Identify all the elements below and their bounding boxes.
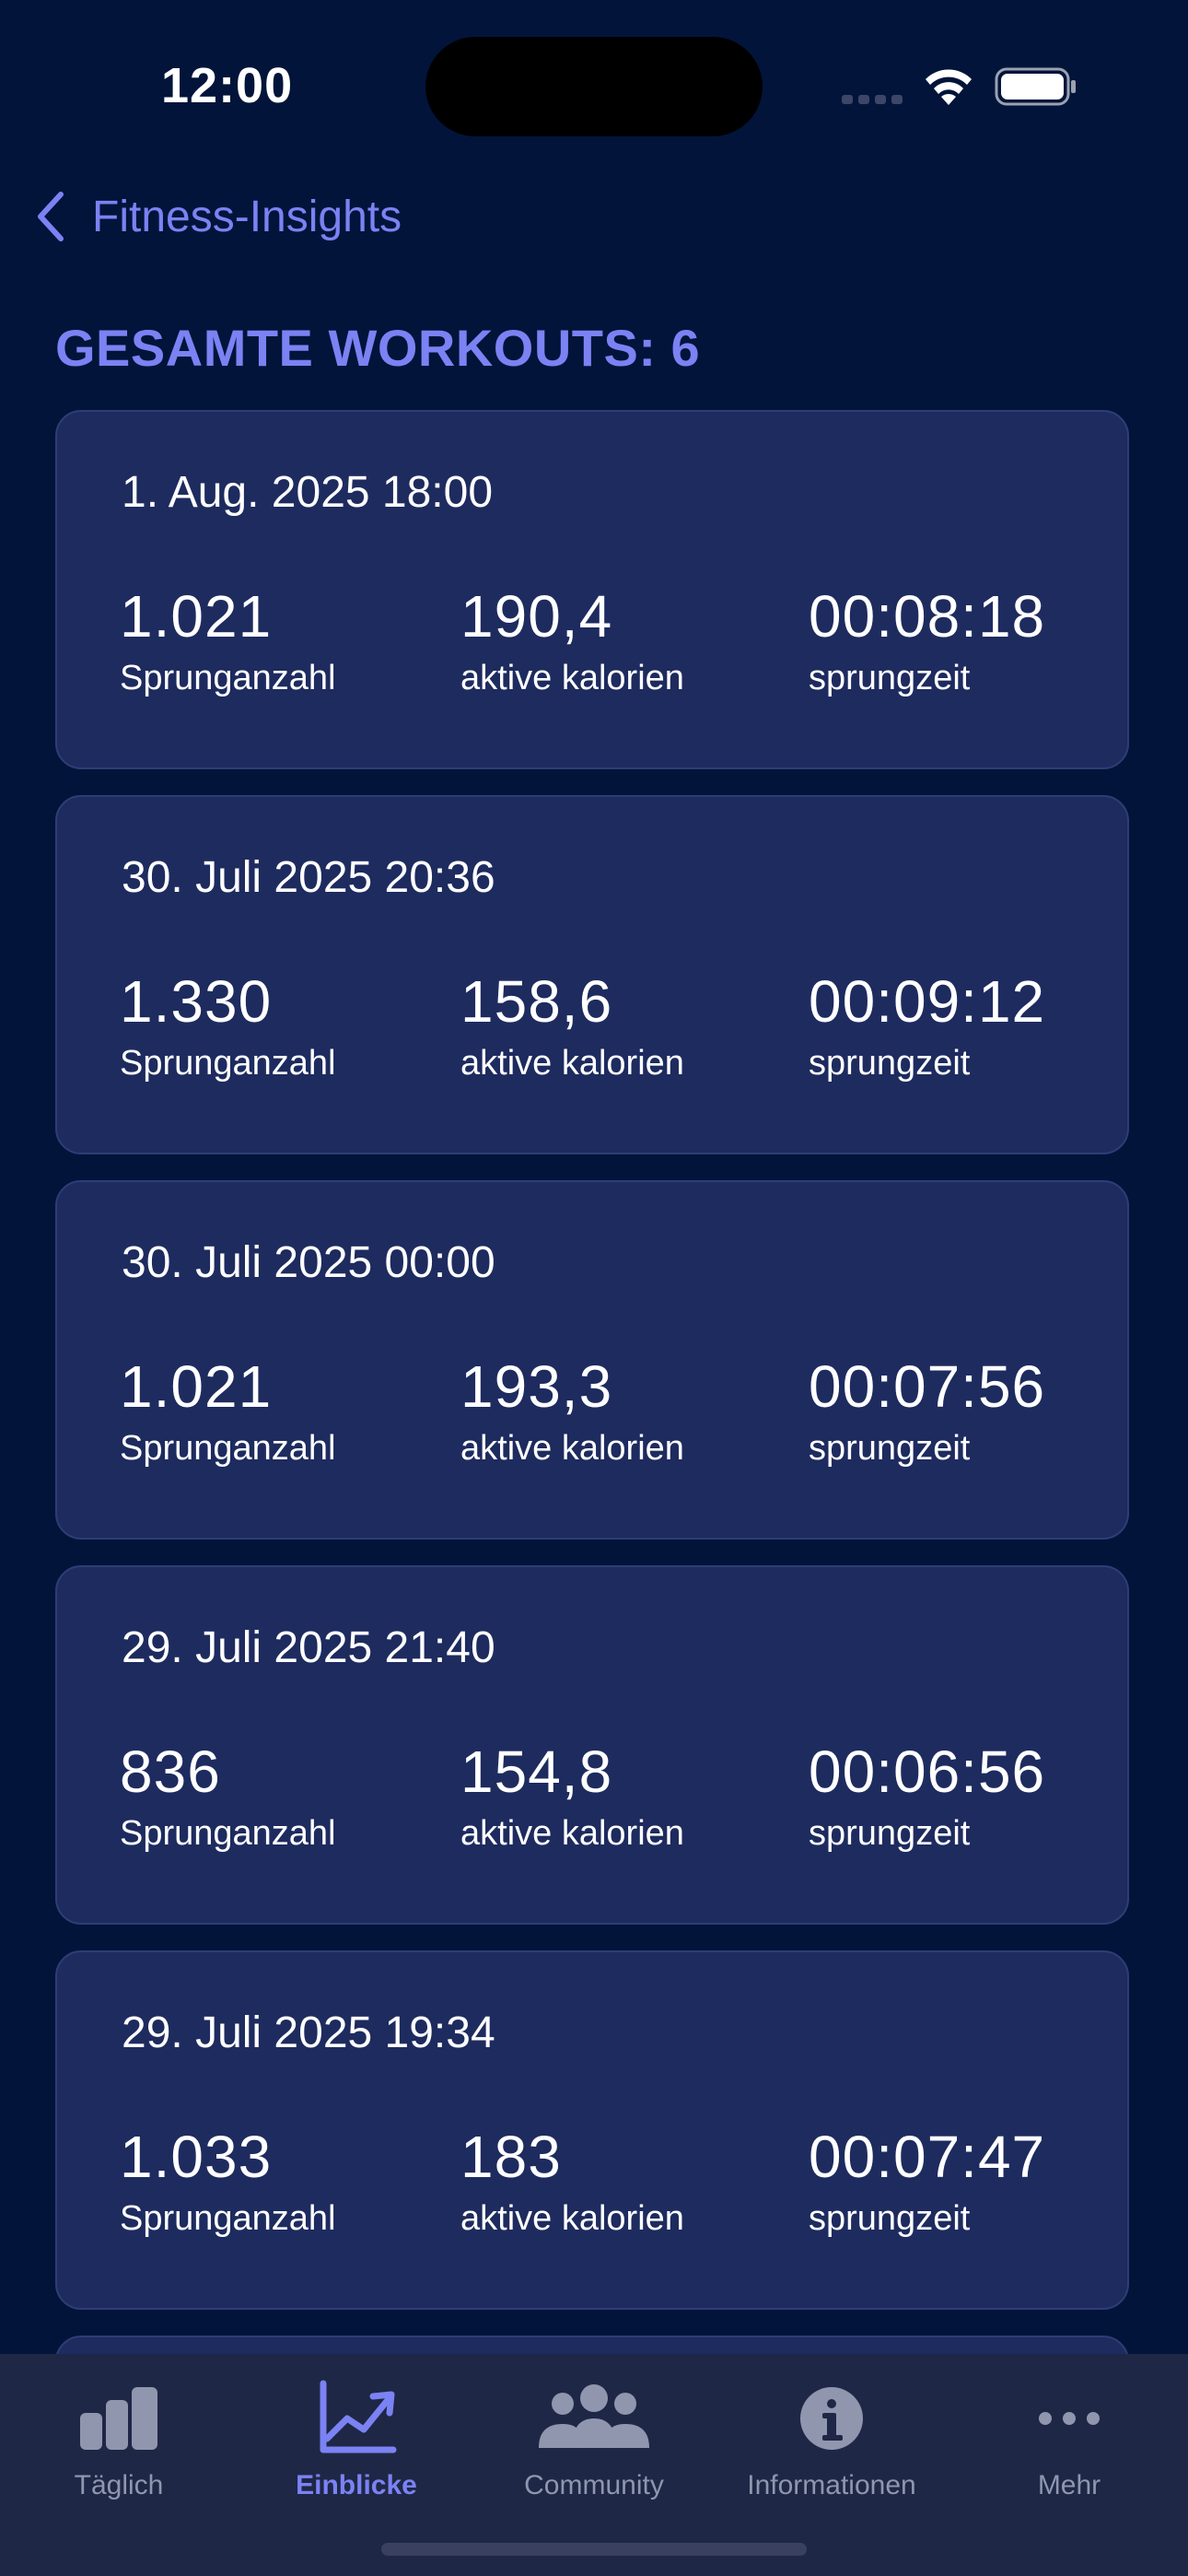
calories-metric: 183 aktive kalorien [460,2127,684,2239]
workout-card-partial[interactable] [55,2336,1129,2354]
calories-value: 154,8 [460,1739,613,1805]
chevron-left-icon [38,192,64,241]
tab-label: Einblicke [296,2470,417,2500]
jump-count-metric: 1.033 Sprunganzahl [120,2127,336,2239]
calories-metric: 154,8 aktive kalorien [460,1742,684,1854]
workout-date: 30. Juli 2025 00:00 [122,1238,495,1287]
back-button[interactable]: Fitness-Insights [31,184,402,249]
calories-value: 183 [460,2124,562,2190]
jump-count-value: 1.330 [120,968,273,1035]
calories-metric: 190,4 aktive kalorien [460,587,684,698]
bar-chart-icon [80,2387,157,2450]
calories-metric: 158,6 aktive kalorien [460,972,684,1083]
calories-value: 190,4 [460,583,613,650]
workout-list[interactable]: 1. Aug. 2025 18:00 1.021 Sprunganzahl 19… [55,410,1133,2354]
jump-count-metric: 1.330 Sprunganzahl [120,972,336,1083]
calories-label: aktive kalorien [460,1429,684,1468]
jump-time-label: sprungzeit [809,2199,971,2238]
jump-count-metric: 1.021 Sprunganzahl [120,1357,336,1469]
jump-count-label: Sprunganzahl [120,1429,336,1468]
calories-label: aktive kalorien [460,1814,684,1853]
jump-time-metric: 00:07:47 sprungzeit [809,2127,1045,2239]
jump-time-metric: 00:08:18 sprungzeit [809,587,1045,698]
tab-mehr[interactable]: Mehr [950,2372,1188,2538]
cellular-signal-icon [842,95,903,104]
jump-time-value: 00:08:18 [809,583,1046,650]
calories-value: 158,6 [460,968,613,1035]
workout-date: 29. Juli 2025 21:40 [122,1623,495,1672]
jump-time-value: 00:07:56 [809,1353,1046,1420]
calories-label: aktive kalorien [460,2199,684,2238]
trend-chart-icon [320,2380,397,2453]
workout-date: 1. Aug. 2025 18:00 [122,468,494,517]
tab-informationen[interactable]: Informationen [713,2372,950,2538]
jump-count-label: Sprunganzahl [120,1814,336,1853]
jump-time-metric: 00:06:56 sprungzeit [809,1742,1045,1854]
tab-label: Informationen [747,2470,916,2500]
workout-date: 30. Juli 2025 20:36 [122,853,495,902]
jump-time-value: 00:07:47 [809,2124,1046,2190]
jump-time-label: sprungzeit [809,1814,971,1853]
jump-time-value: 00:09:12 [809,968,1046,1035]
jump-time-label: sprungzeit [809,1429,971,1468]
workout-card[interactable]: 29. Juli 2025 19:34 1.033 Sprunganzahl 1… [55,1950,1129,2310]
more-icon [1039,2412,1100,2425]
tab-community[interactable]: Community [475,2372,713,2538]
jump-count-metric: 1.021 Sprunganzahl [120,587,336,698]
jump-count-metric: 836 Sprunganzahl [120,1742,336,1854]
jump-count-value: 836 [120,1739,221,1805]
jump-count-value: 1.021 [120,583,273,650]
status-bar: 12:00 [0,0,1188,175]
workout-card[interactable]: 30. Juli 2025 20:36 1.330 Sprunganzahl 1… [55,795,1129,1154]
back-button-label: Fitness-Insights [92,192,402,241]
calories-value: 193,3 [460,1353,613,1420]
jump-count-label: Sprunganzahl [120,2199,336,2238]
calories-label: aktive kalorien [460,659,684,697]
jump-count-label: Sprunganzahl [120,659,336,697]
navigation-bar: Fitness-Insights [0,175,1188,249]
page-title: GESAMTE WORKOUTS: 6 [55,319,701,377]
jump-time-label: sprungzeit [809,1044,971,1083]
calories-label: aktive kalorien [460,1044,684,1083]
tab-label: Mehr [1037,2470,1101,2500]
tab-einblicke[interactable]: Einblicke [238,2372,475,2538]
info-icon [800,2387,863,2450]
workout-card[interactable]: 30. Juli 2025 00:00 1.021 Sprunganzahl 1… [55,1180,1129,1540]
workout-card[interactable]: 29. Juli 2025 21:40 836 Sprunganzahl 154… [55,1565,1129,1925]
tab-label: Täglich [74,2470,164,2500]
workout-date: 29. Juli 2025 19:34 [122,2008,495,2057]
jump-count-label: Sprunganzahl [120,1044,336,1083]
home-indicator[interactable] [381,2543,807,2556]
tab-taeglich[interactable]: Täglich [0,2372,238,2538]
jump-count-value: 1.021 [120,1353,273,1420]
jump-time-value: 00:06:56 [809,1739,1046,1805]
calories-metric: 193,3 aktive kalorien [460,1357,684,1469]
status-time: 12:00 [161,58,294,113]
wifi-icon [926,69,972,105]
jump-time-metric: 00:07:56 sprungzeit [809,1357,1045,1469]
jump-count-value: 1.033 [120,2124,273,2190]
jump-time-label: sprungzeit [809,659,971,697]
jump-time-metric: 00:09:12 sprungzeit [809,972,1045,1083]
people-icon [539,2384,649,2448]
tab-label: Community [524,2470,664,2500]
dynamic-island [425,37,763,136]
battery-icon [995,67,1076,106]
workout-card[interactable]: 1. Aug. 2025 18:00 1.021 Sprunganzahl 19… [55,410,1129,769]
